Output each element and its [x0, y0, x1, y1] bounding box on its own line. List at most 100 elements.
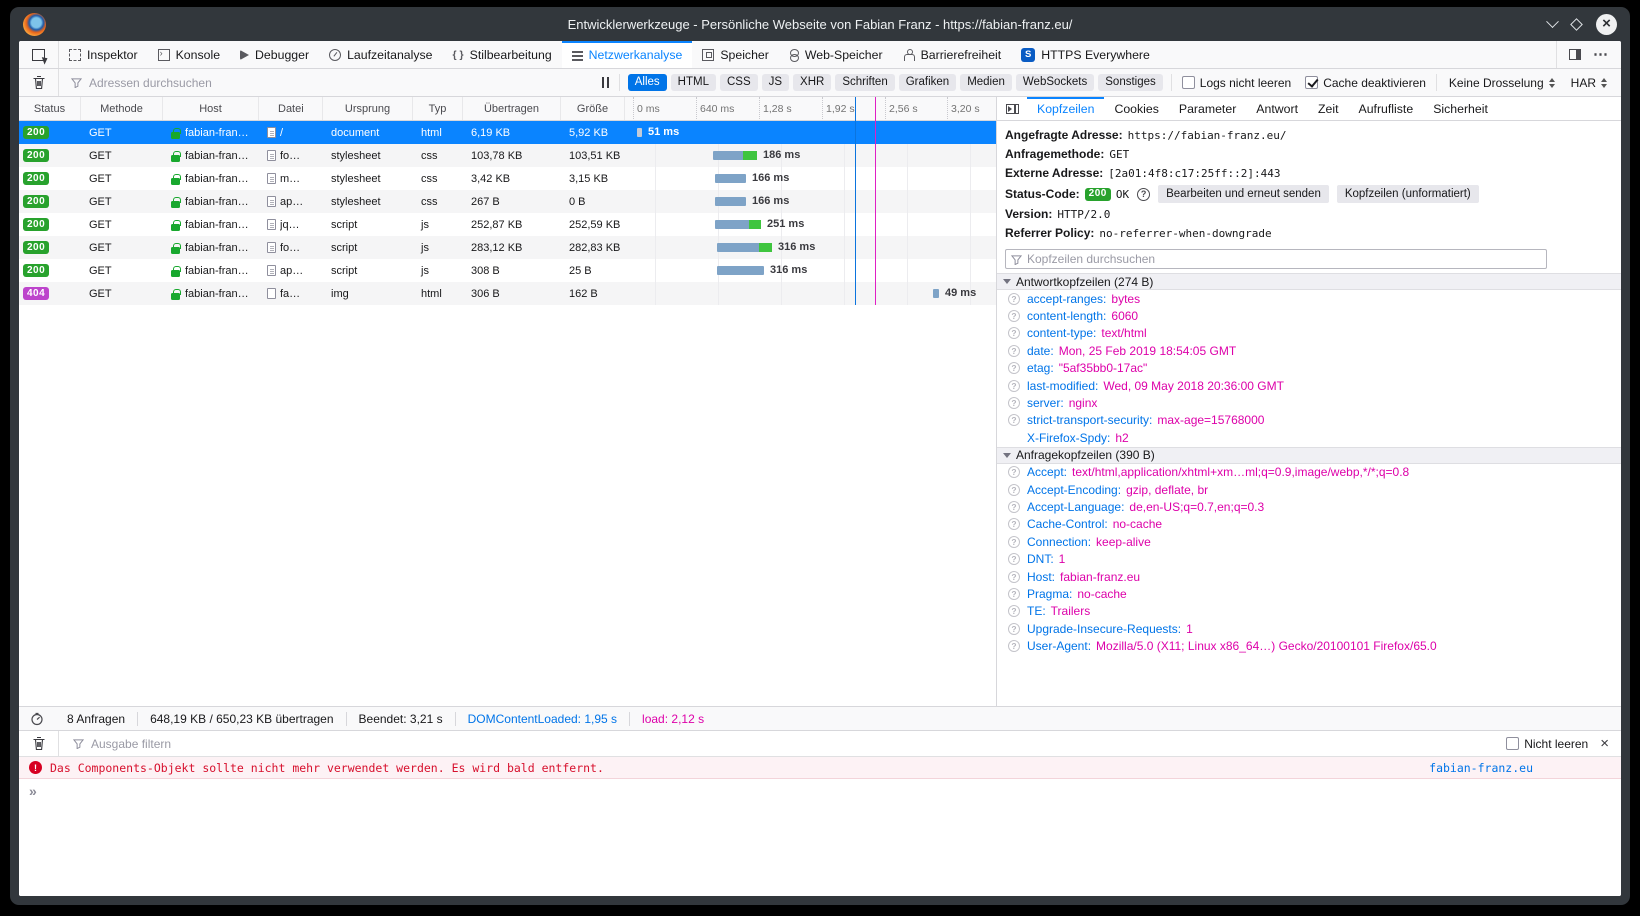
status-help-icon[interactable]: ? [1137, 188, 1150, 201]
tab-netzwerkanalyse[interactable]: Netzwerkanalyse [562, 41, 693, 68]
performance-analysis-button[interactable] [19, 712, 55, 726]
maximize-button[interactable] [1570, 18, 1583, 31]
waterfall-bar [637, 128, 642, 137]
console-warning-row[interactable]: ! Das Components-Objekt sollte nicht meh… [19, 757, 1621, 779]
details-tab-parameter[interactable]: Parameter [1169, 97, 1246, 120]
filter-pill-css[interactable]: CSS [720, 74, 758, 92]
help-icon[interactable]: ? [1008, 588, 1020, 600]
tab-barrierefreiheit[interactable]: Barrierefreiheit [893, 41, 1012, 68]
details-tab-aufrufliste[interactable]: Aufrufliste [1349, 97, 1424, 120]
tab-https-everywhere[interactable]: SHTTPS Everywhere [1011, 41, 1160, 68]
help-icon[interactable]: ? [1008, 414, 1020, 426]
table-row[interactable]: 200GETfabian-fran…ap…scriptjs308 B25 B31… [19, 259, 996, 282]
help-icon[interactable]: ? [1008, 310, 1020, 322]
pause-recording-button[interactable] [592, 77, 619, 88]
raw-headers-button[interactable]: Kopfzeilen (unformatiert) [1337, 185, 1479, 203]
filter-pill-xhr[interactable]: XHR [793, 74, 831, 92]
column-header-ursprung[interactable]: Ursprung [323, 97, 413, 120]
dcl-time[interactable]: DOMContentLoaded: 1,95 s [456, 712, 630, 726]
help-icon[interactable]: ? [1008, 536, 1020, 548]
table-row[interactable]: 200GETfabian-fran…fo…stylesheetcss103,78… [19, 144, 996, 167]
filter-pill-html[interactable]: HTML [671, 74, 716, 92]
section-header[interactable]: Anfragekopfzeilen (390 B) [997, 447, 1621, 464]
help-icon[interactable]: ? [1008, 501, 1020, 513]
throttling-dropdown[interactable]: Keine Drosselung [1449, 76, 1555, 90]
load-time[interactable]: load: 2,12 s [630, 712, 716, 726]
tab-debugger[interactable]: Debugger [230, 41, 319, 68]
details-tab-zeit[interactable]: Zeit [1308, 97, 1349, 120]
help-icon[interactable]: ? [1008, 397, 1020, 409]
help-icon[interactable]: ? [1008, 571, 1020, 583]
headers-summary: Angefragte Adresse:https://fabian-franz.… [997, 121, 1621, 246]
headers-search[interactable] [1005, 249, 1547, 269]
tab-web-speicher[interactable]: Web-Speicher [779, 41, 893, 68]
details-tab-cookies[interactable]: Cookies [1104, 97, 1168, 120]
details-tab-sicherheit[interactable]: Sicherheit [1423, 97, 1498, 120]
table-row[interactable]: 200GETfabian-fran…ap…stylesheetcss267 B0… [19, 190, 996, 213]
clear-console-button[interactable] [19, 731, 59, 756]
filter-pill-websockets[interactable]: WebSockets [1016, 74, 1094, 92]
column-header-methode[interactable]: Methode [81, 97, 163, 120]
table-row[interactable]: 200GETfabian-fran…m…stylesheetcss3,42 KB… [19, 167, 996, 190]
help-icon[interactable]: ? [1008, 362, 1020, 374]
column-header-typ[interactable]: Typ [413, 97, 463, 120]
dock-to-side-icon[interactable] [1569, 49, 1581, 60]
pick-element-button[interactable] [19, 41, 59, 68]
console-source-link[interactable]: fabian-franz.eu [1429, 761, 1533, 775]
filter-pill-alles[interactable]: Alles [628, 74, 667, 92]
console-input-line[interactable]: » [19, 779, 1621, 896]
more-menu-icon[interactable]: ⋯ [1593, 50, 1609, 60]
lock-icon [171, 270, 180, 277]
help-icon[interactable]: ? [1008, 327, 1020, 339]
close-console-icon[interactable]: × [1598, 736, 1611, 751]
section-header[interactable]: Antwortkopfzeilen (274 B) [997, 273, 1621, 290]
address-search[interactable] [59, 76, 592, 90]
help-icon[interactable]: ? [1008, 484, 1020, 496]
column-header-host[interactable]: Host [163, 97, 259, 120]
clear-requests-button[interactable] [19, 69, 59, 96]
help-icon[interactable]: ? [1008, 466, 1020, 478]
tab-stilbearbeitung[interactable]: { }Stilbearbeitung [443, 41, 562, 68]
filter-pill-schriften[interactable]: Schriften [835, 74, 894, 92]
request-list-empty-area [19, 305, 996, 706]
filter-pill-grafiken[interactable]: Grafiken [899, 74, 956, 92]
console-filter-search[interactable] [59, 737, 1506, 751]
help-icon[interactable]: ? [1008, 293, 1020, 305]
edit-resend-button[interactable]: Bearbeiten und erneut senden [1158, 185, 1329, 203]
headers-search-input[interactable] [1027, 252, 1541, 266]
har-dropdown[interactable]: HAR [1571, 76, 1607, 90]
help-icon[interactable]: ? [1008, 553, 1020, 565]
disable-cache-checkbox[interactable]: Cache deaktivieren [1305, 76, 1426, 90]
help-icon[interactable]: ? [1008, 345, 1020, 357]
filter-pill-sonstiges[interactable]: Sonstiges [1098, 74, 1163, 92]
persist-console-checkbox[interactable]: Nicht leeren [1506, 737, 1588, 751]
close-window-button[interactable]: × [1596, 14, 1617, 35]
details-tab-kopfzeilen[interactable]: Kopfzeilen [1027, 97, 1104, 120]
column-header-uebertragen[interactable]: Übertragen [463, 97, 561, 120]
help-icon[interactable]: ? [1008, 518, 1020, 530]
help-icon[interactable]: ? [1008, 623, 1020, 635]
tab-laufzeitanalyse[interactable]: Laufzeitanalyse [319, 41, 442, 68]
filter-pill-js[interactable]: JS [762, 74, 789, 92]
address-search-input[interactable] [89, 76, 592, 90]
rollup-button[interactable] [1546, 15, 1559, 28]
table-row[interactable]: 200GETfabian-fran…fo…scriptjs283,12 KB28… [19, 236, 996, 259]
tab-inspektor[interactable]: Inspektor [59, 41, 148, 68]
column-header-datei[interactable]: Datei [259, 97, 323, 120]
help-icon[interactable]: ? [1008, 605, 1020, 617]
table-row[interactable]: 200GETfabian-fran…jq…scriptjs252,87 KB25… [19, 213, 996, 236]
tab-konsole[interactable]: Konsole [148, 41, 230, 68]
toggle-details-pane-button[interactable] [997, 97, 1027, 120]
persist-logs-checkbox[interactable]: Logs nicht leeren [1182, 76, 1291, 90]
column-header-status[interactable]: Status [19, 97, 81, 120]
table-row[interactable]: 200GETfabian-fran…/documenthtml6,19 KB5,… [19, 121, 996, 144]
details-tab-antwort[interactable]: Antwort [1246, 97, 1308, 120]
tab-speicher[interactable]: Speicher [692, 41, 779, 68]
console-filter-input[interactable] [91, 737, 1506, 751]
help-icon[interactable]: ? [1008, 380, 1020, 392]
help-icon[interactable]: ? [1008, 640, 1020, 652]
filter-pill-medien[interactable]: Medien [960, 74, 1012, 92]
table-row[interactable]: 404GETfabian-fran…fa…imghtml306 B162 B49… [19, 282, 996, 305]
column-header-groesse[interactable]: Größe [561, 97, 625, 120]
window-titlebar[interactable]: Entwicklerwerkzeuge - Persönliche Websei… [19, 7, 1621, 41]
